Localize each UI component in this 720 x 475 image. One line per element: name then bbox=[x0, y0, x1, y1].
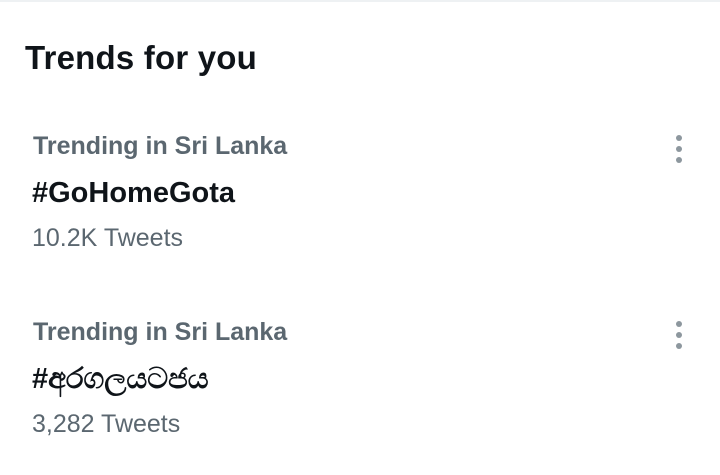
panel-title: Trends for you bbox=[25, 39, 257, 76]
more-dot bbox=[676, 332, 682, 338]
more-vertical-icon[interactable] bbox=[664, 132, 694, 166]
trend-tweet-count: 3,282 Tweets bbox=[32, 410, 181, 438]
trend-context: Trending in Sri Lanka bbox=[33, 318, 288, 346]
more-vertical-icon[interactable] bbox=[664, 318, 694, 352]
more-dot bbox=[676, 135, 682, 141]
trend-hashtag[interactable]: #අරගලයටජය bbox=[32, 360, 209, 398]
more-dot bbox=[676, 157, 682, 163]
more-dot bbox=[676, 343, 682, 349]
more-dot bbox=[676, 321, 682, 327]
trend-hashtag[interactable]: #GoHomeGota bbox=[32, 174, 235, 212]
trend-tweet-count: 10.2K Tweets bbox=[32, 224, 184, 252]
trends-panel: Trends for you Trending in Sri Lanka #Go… bbox=[0, 0, 720, 475]
trend-item[interactable]: Trending in Sri Lanka #GoHomeGota 10.2K … bbox=[0, 122, 720, 272]
trend-context: Trending in Sri Lanka bbox=[33, 132, 288, 160]
trend-item[interactable]: Trending in Sri Lanka #අරගලයටජය 3,282 Tw… bbox=[0, 308, 720, 458]
more-dot bbox=[676, 146, 682, 152]
